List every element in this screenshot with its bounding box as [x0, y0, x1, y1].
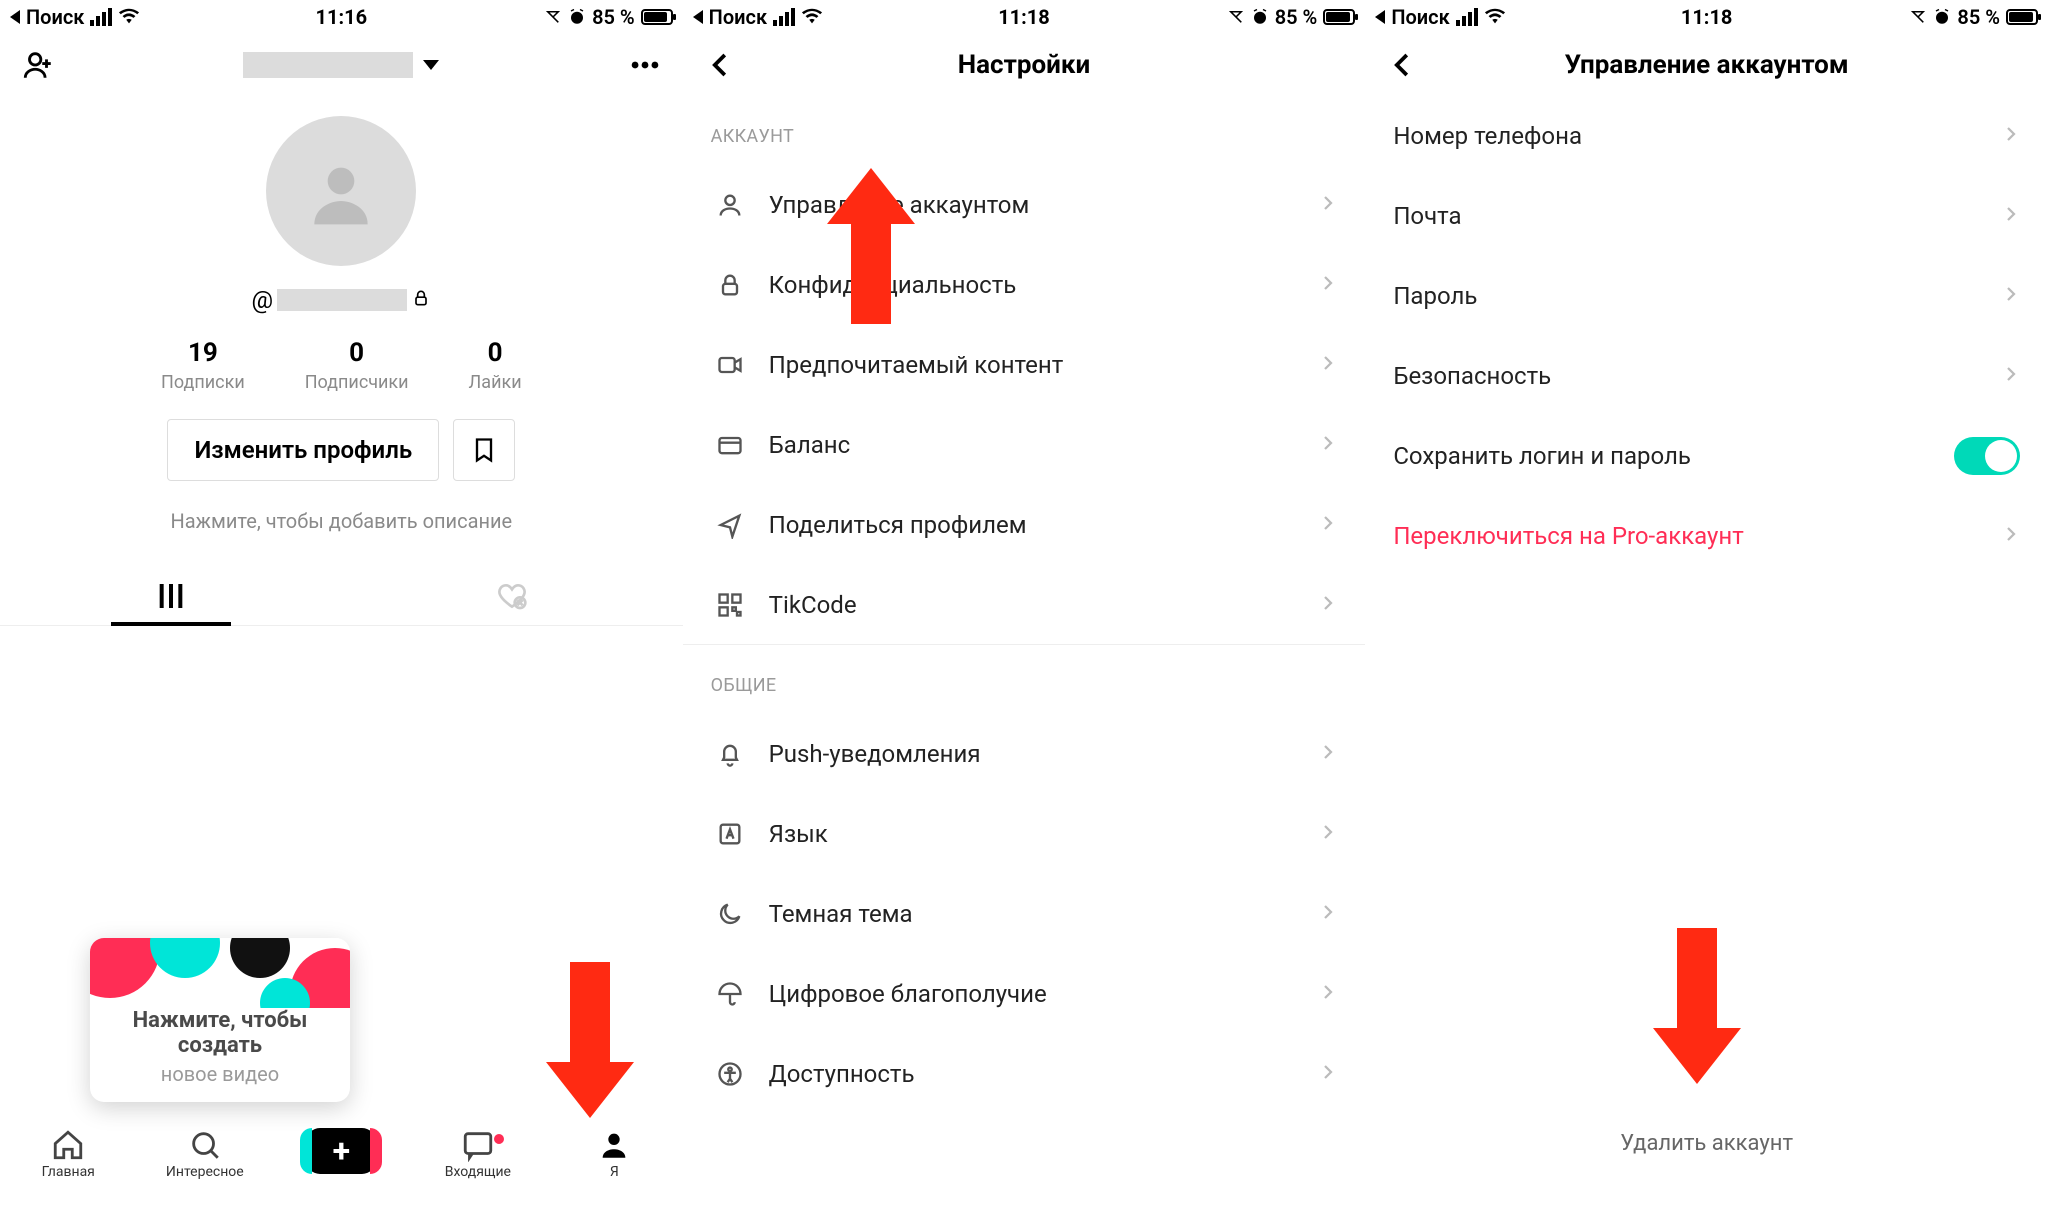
tab-home[interactable]: Главная [20, 1128, 116, 1180]
bottom-tab-bar: Главная Интересное + Входящие Я [0, 1120, 683, 1214]
tab-inbox[interactable]: Входящие [430, 1128, 526, 1180]
battery-icon [641, 9, 673, 25]
chevron-right-icon [1319, 1063, 1337, 1085]
tab-liked[interactable] [341, 567, 682, 625]
lock-icon [411, 286, 431, 314]
handle-at: @ [252, 286, 274, 314]
status-bar: Поиск 11:16 85 % [0, 0, 683, 34]
section-general-label: ОБЩИЕ [683, 645, 1366, 714]
chevron-right-icon [2002, 365, 2020, 387]
row-balance[interactable]: Баланс [683, 405, 1366, 485]
stats-row: 19 Подписки 0 Подписчики 0 Лайки [161, 338, 522, 393]
chevron-right-icon [2002, 125, 2020, 147]
video-icon [711, 351, 749, 379]
settings-list: АККАУНТ Управление аккаунтом Конфиденциа… [683, 96, 1366, 1214]
title-bar: Настройки [683, 34, 1366, 96]
tooltip-line3: новое видео [90, 1062, 350, 1086]
status-time: 11:16 [0, 5, 683, 29]
tooltip-line2: создать [90, 1033, 350, 1058]
row-privacy[interactable]: Конфиденциальность [683, 245, 1366, 325]
row-password[interactable]: Пароль [1365, 256, 2048, 336]
annotation-arrow [570, 962, 634, 1118]
person-icon [711, 191, 749, 219]
wallet-icon [711, 431, 749, 459]
row-tikcode[interactable]: TikCode [683, 565, 1366, 645]
chevron-right-icon [1319, 743, 1337, 765]
row-share-profile[interactable]: Поделиться профилем [683, 485, 1366, 565]
row-digital-wellbeing[interactable]: Цифровое благополучие [683, 954, 1366, 1034]
chevron-right-icon [1319, 514, 1337, 536]
bio-hint[interactable]: Нажмите, чтобы добавить описание [171, 509, 513, 533]
plus-icon: + [306, 1128, 376, 1174]
username-dropdown[interactable] [0, 52, 683, 78]
battery-icon [1323, 9, 1355, 25]
tab-create[interactable]: + [293, 1128, 389, 1174]
row-content-pref[interactable]: Предпочитаемый контент [683, 325, 1366, 405]
annotation-arrow [851, 168, 915, 324]
content-tabs [0, 567, 683, 626]
lock-icon [711, 271, 749, 299]
moon-icon [711, 900, 749, 928]
row-manage-account[interactable]: Управление аккаунтом [683, 165, 1366, 245]
stat-followers[interactable]: 0 Подписчики [305, 338, 409, 393]
status-bar: Поиск 11:18 85 % [1365, 0, 2048, 34]
tab-grid[interactable] [0, 567, 341, 625]
username-redacted [243, 52, 413, 78]
manage-account-screen: Поиск 11:18 85 % Управление аккаунтом Но… [1365, 0, 2048, 1214]
chevron-right-icon [1319, 194, 1337, 216]
row-push[interactable]: Push-уведомления [683, 714, 1366, 794]
status-bar: Поиск 11:18 85 % [683, 0, 1366, 34]
page-title: Управление аккаунтом [1365, 50, 2048, 80]
delete-account-button[interactable]: Удалить аккаунт [1365, 1131, 2048, 1156]
chevron-right-icon [1319, 434, 1337, 456]
chevron-right-icon [2002, 525, 2020, 547]
chevron-right-icon [1319, 274, 1337, 296]
language-icon [711, 820, 749, 848]
row-phone[interactable]: Номер телефона [1365, 96, 2048, 176]
row-language[interactable]: Язык [683, 794, 1366, 874]
create-video-tooltip: Нажмите, чтобы создать новое видео [90, 938, 350, 1102]
row-dark-mode[interactable]: Темная тема [683, 874, 1366, 954]
row-security[interactable]: Безопасность [1365, 336, 2048, 416]
title-bar [0, 34, 683, 96]
avatar[interactable] [266, 116, 416, 266]
tab-discover[interactable]: Интересное [157, 1128, 253, 1180]
chevron-right-icon [1319, 354, 1337, 376]
row-pro-account[interactable]: Переключиться на Pro-аккаунт [1365, 496, 2048, 576]
chevron-right-icon [1319, 594, 1337, 616]
section-account-label: АККАУНТ [683, 96, 1366, 165]
bookmark-button[interactable] [453, 419, 515, 481]
chevron-right-icon [1319, 983, 1337, 1005]
chevron-right-icon [2002, 285, 2020, 307]
share-icon [711, 511, 749, 539]
page-title: Настройки [683, 50, 1366, 80]
accessibility-icon [711, 1060, 749, 1088]
notification-dot [494, 1134, 504, 1144]
qr-icon [711, 591, 749, 619]
battery-icon [2006, 9, 2038, 25]
chevron-right-icon [1319, 823, 1337, 845]
title-bar: Управление аккаунтом [1365, 34, 2048, 96]
chevron-down-icon [423, 60, 439, 70]
tooltip-line1: Нажмите, чтобы [90, 1008, 350, 1033]
status-time: 11:18 [683, 5, 1366, 29]
row-save-login[interactable]: Сохранить логин и пароль [1365, 416, 2048, 496]
chevron-right-icon [2002, 205, 2020, 227]
row-email[interactable]: Почта [1365, 176, 2048, 256]
handle-redacted [277, 289, 407, 311]
edit-profile-button[interactable]: Изменить профиль [167, 419, 439, 481]
umbrella-icon [711, 980, 749, 1008]
bell-icon [711, 740, 749, 768]
row-accessibility[interactable]: Доступность [683, 1034, 1366, 1114]
settings-screen: Поиск 11:18 85 % Настройки АККАУНТ Управ… [683, 0, 1366, 1214]
chevron-right-icon [1319, 903, 1337, 925]
stat-likes[interactable]: 0 Лайки [469, 338, 522, 393]
annotation-arrow [1677, 928, 1741, 1084]
status-time: 11:18 [1365, 5, 2048, 29]
save-login-toggle[interactable] [1954, 437, 2020, 475]
handle-row: @ [252, 286, 432, 314]
tab-me[interactable]: Я [566, 1128, 662, 1180]
profile-screen: Поиск 11:16 85 % @ [0, 0, 683, 1214]
stat-following[interactable]: 19 Подписки [161, 338, 245, 393]
